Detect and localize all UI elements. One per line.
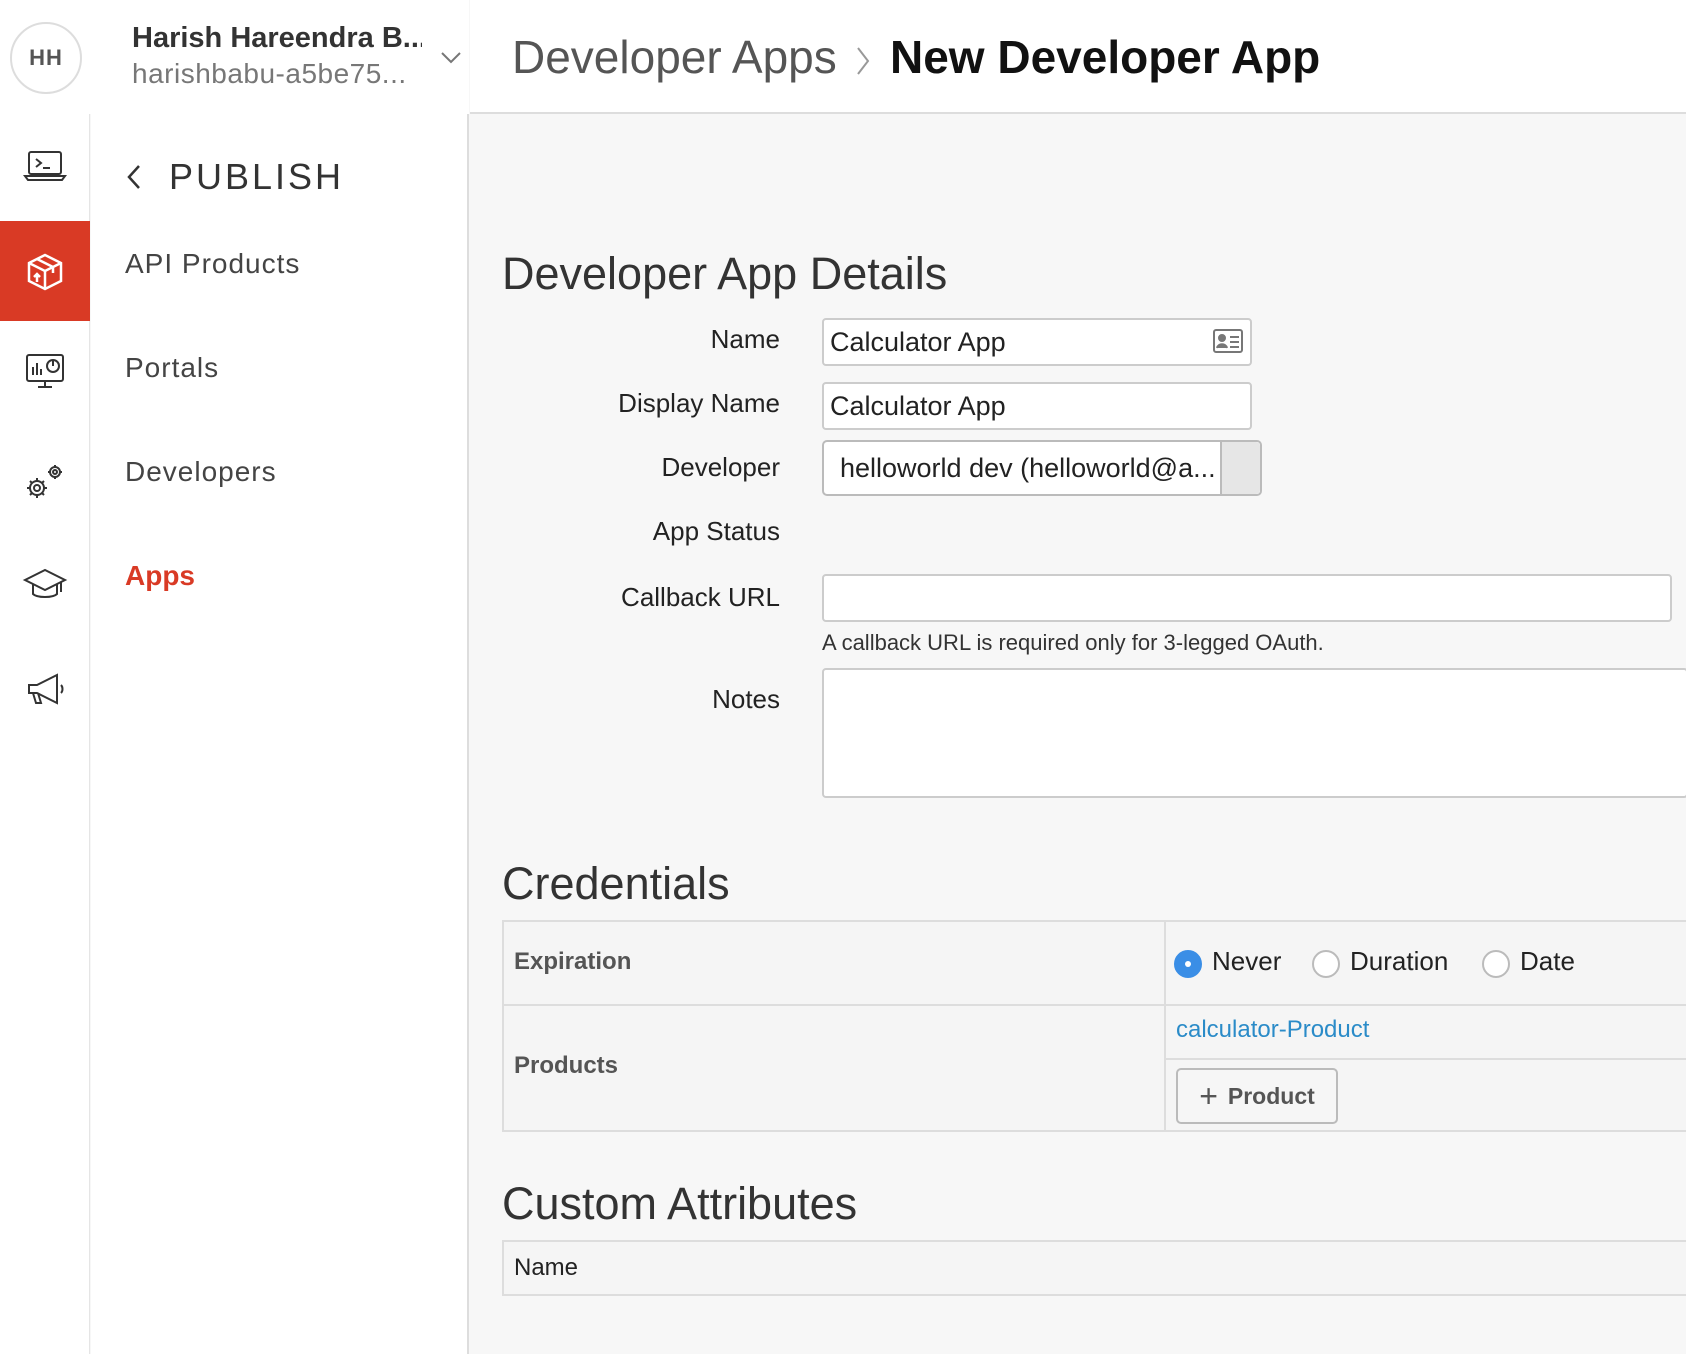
add-product-button[interactable]: + Product — [1176, 1068, 1338, 1124]
package-box-icon — [27, 253, 63, 291]
expiration-duration-label[interactable]: Duration — [1350, 946, 1448, 977]
rail-item-learn[interactable] — [0, 534, 90, 634]
callback-url-label: Callback URL — [621, 582, 780, 612]
rail-item-publish[interactable] — [0, 221, 90, 321]
notes-label: Notes — [712, 684, 780, 714]
custom-attributes-table: Name — [502, 1240, 1686, 1296]
column-header-name: Name — [514, 1254, 579, 1281]
icon-rail — [0, 114, 90, 1354]
megaphone-icon — [28, 673, 64, 705]
name-field[interactable]: Calculator App — [822, 318, 1252, 366]
analytics-monitor-icon — [26, 354, 64, 388]
table-divider — [1166, 1058, 1686, 1060]
terminal-laptop-icon — [23, 151, 67, 181]
expiration-never-label[interactable]: Never — [1212, 946, 1281, 977]
table-divider — [504, 1004, 1686, 1006]
developer-label: Developer — [661, 452, 780, 482]
rail-item-analyze[interactable] — [0, 321, 90, 421]
add-product-label: Product — [1227, 1082, 1315, 1109]
display-name-value: Calculator App — [830, 390, 1006, 421]
contact-card-icon[interactable] — [1212, 328, 1244, 354]
credentials-table: Expiration Never Duration Date Products … — [502, 920, 1686, 1132]
expiration-never-radio[interactable] — [1174, 950, 1202, 978]
developer-select-toggle[interactable] — [1220, 442, 1260, 494]
custom-attributes-heading: Custom Attributes — [502, 1178, 858, 1229]
chevron-down-icon[interactable] — [438, 44, 464, 70]
expiration-label: Expiration — [514, 948, 632, 975]
breadcrumb: Developer Apps New Developer App — [470, 0, 1686, 114]
display-name-field[interactable]: Calculator App — [822, 382, 1252, 430]
rail-item-develop[interactable] — [0, 114, 90, 214]
display-name-label: Display Name — [618, 388, 780, 418]
page-title: New Developer App — [890, 31, 1321, 83]
nav-item-developers[interactable]: Developers — [125, 456, 277, 488]
expiration-date-radio[interactable] — [1482, 950, 1510, 978]
callback-url-hint: A callback URL is required only for 3-le… — [822, 630, 1324, 655]
user-org: harishbabu-a5be75... — [132, 58, 407, 89]
gears-icon — [27, 465, 62, 498]
breadcrumb-parent[interactable]: Developer Apps — [512, 30, 837, 84]
name-value: Calculator App — [830, 326, 1006, 357]
products-label: Products — [514, 1052, 619, 1079]
chevron-left-icon[interactable] — [123, 162, 145, 192]
section-title[interactable]: PUBLISH — [169, 156, 344, 198]
credentials-heading: Credentials — [502, 858, 730, 909]
avatar[interactable]: HH — [10, 22, 82, 94]
nav-item-api-products[interactable]: API Products — [125, 248, 300, 280]
table-divider — [1164, 922, 1166, 1130]
product-link[interactable]: calculator-Product — [1176, 1016, 1369, 1044]
nav-item-apps[interactable]: Apps — [125, 560, 195, 592]
user-header[interactable]: HH Harish Hareendra B... harishbabu-a5be… — [0, 0, 469, 114]
name-label: Name — [710, 324, 780, 354]
notes-textarea[interactable] — [822, 668, 1686, 798]
callback-url-input[interactable] — [822, 574, 1672, 622]
rail-item-announcements[interactable] — [0, 639, 90, 739]
graduation-cap-icon — [22, 568, 68, 598]
plus-icon: + — [1199, 1078, 1218, 1114]
section-nav: PUBLISH API Products Portals Developers … — [91, 114, 469, 1354]
developer-select[interactable]: helloworld dev (helloworld@a... — [822, 440, 1262, 496]
user-name: Harish Hareendra B... — [132, 22, 422, 54]
rail-item-admin[interactable] — [0, 432, 90, 532]
expiration-duration-radio[interactable] — [1312, 950, 1340, 978]
app-status-label: App Status — [652, 516, 780, 546]
chevron-right-icon — [857, 47, 870, 75]
nav-item-portals[interactable]: Portals — [125, 352, 219, 384]
details-heading: Developer App Details — [502, 248, 948, 299]
developer-select-value: helloworld dev (helloworld@a... — [840, 452, 1216, 483]
expiration-date-label[interactable]: Date — [1520, 946, 1575, 977]
